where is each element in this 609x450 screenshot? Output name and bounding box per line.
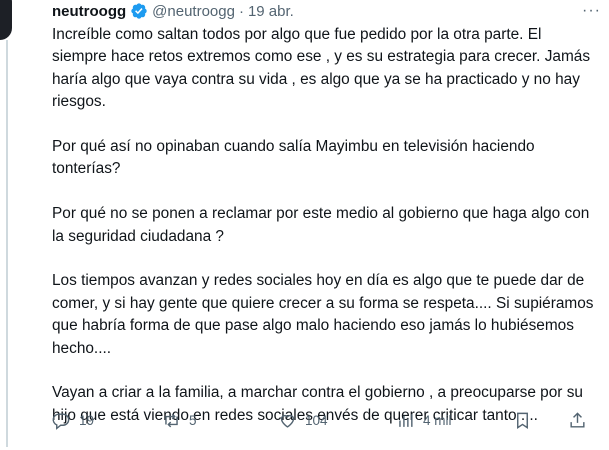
repost-button[interactable]: 5 — [162, 411, 197, 430]
tweet-paragraph: Por qué no se ponen a reclamar por este … — [52, 205, 590, 245]
display-name[interactable]: neutroogg — [52, 3, 126, 20]
thread-line — [6, 40, 8, 447]
separator-dot: · — [238, 2, 244, 20]
share-button[interactable] — [568, 411, 587, 430]
avatar[interactable] — [0, 0, 12, 40]
bookmark-icon — [517, 412, 528, 429]
share-icon — [570, 411, 585, 428]
like-count: 104 — [305, 412, 328, 428]
tweet-text: Increíble como saltan todos por algo que… — [52, 24, 600, 450]
tweet-header: neutroogg @neutroogg · 19 abr. — [52, 0, 294, 22]
tweet-paragraph: Increíble como saltan todos por algo que… — [52, 26, 591, 111]
views-button[interactable]: 4 mil — [396, 411, 452, 430]
bookmark-button[interactable] — [513, 411, 532, 430]
repost-count: 5 — [189, 412, 197, 428]
views-icon — [399, 413, 413, 427]
repost-icon — [165, 413, 178, 427]
reply-button[interactable]: 19 — [52, 411, 94, 430]
post-date[interactable]: 19 abr. — [248, 3, 294, 20]
reply-count: 19 — [79, 412, 95, 428]
tweet-paragraph: Por qué así no opinaban cuando salía May… — [52, 138, 535, 178]
reply-icon — [52, 412, 70, 430]
heart-icon — [280, 414, 295, 428]
handle[interactable]: @neutroogg — [152, 3, 235, 20]
action-bar: 19 5 104 4 mil — [52, 402, 609, 438]
verified-badge-icon — [130, 2, 148, 20]
view-count: 4 mil — [423, 412, 452, 428]
like-button[interactable]: 104 — [278, 411, 328, 430]
more-options-icon[interactable]: ··· — [582, 2, 601, 20]
tweet-paragraph: Los tiempos avanzan y redes sociales hoy… — [52, 272, 594, 357]
